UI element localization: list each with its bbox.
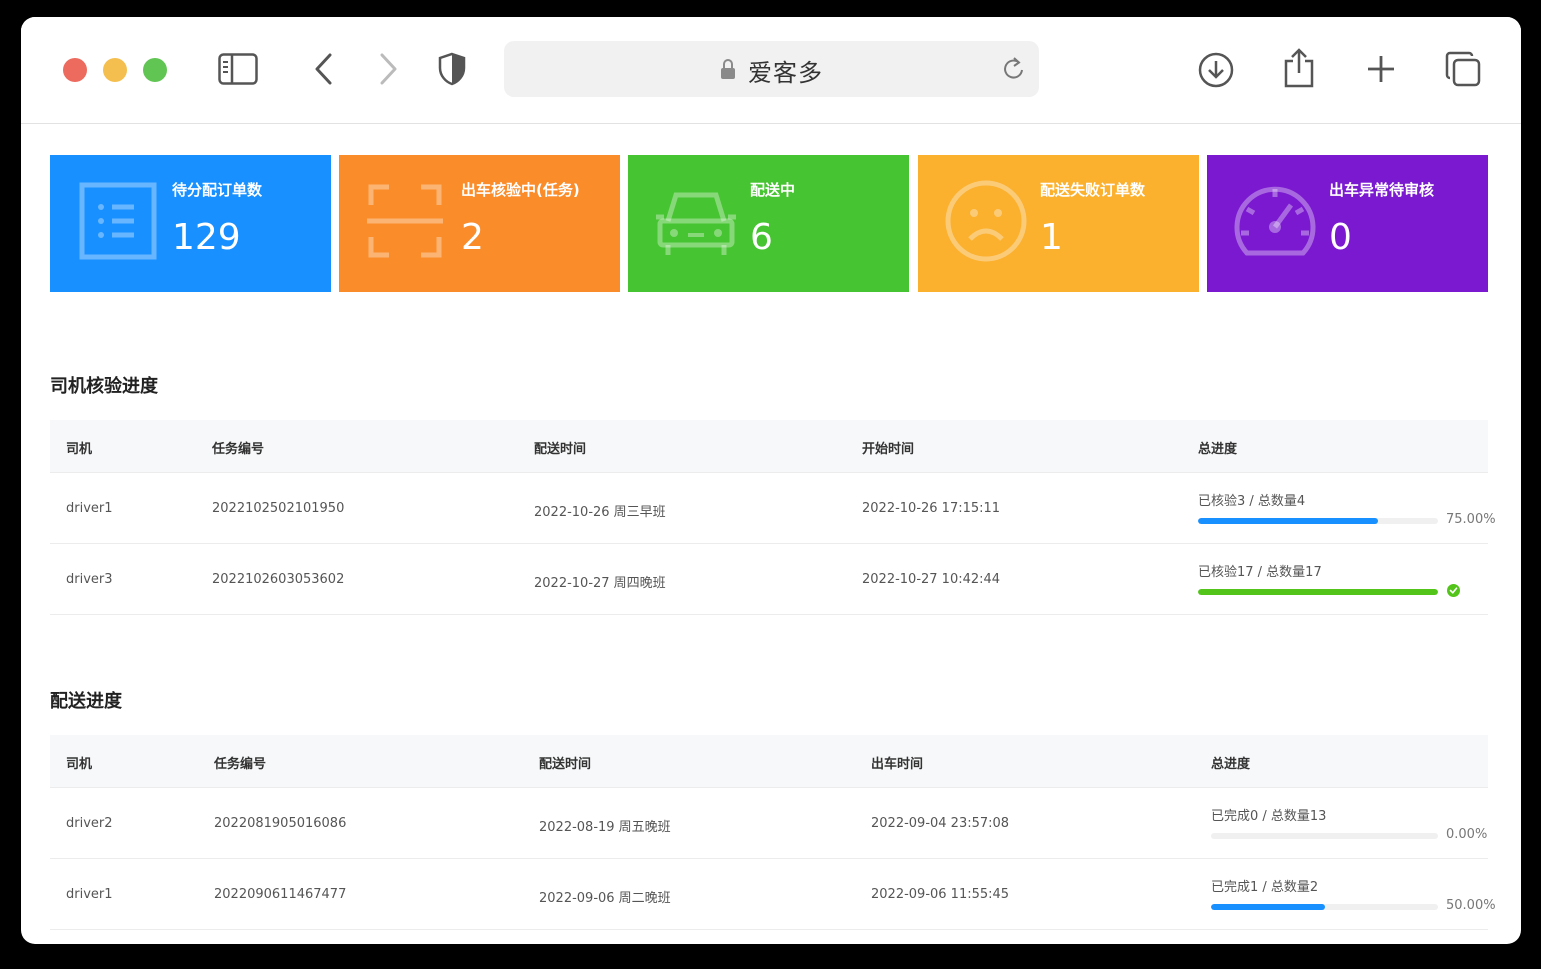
header-task-no: 任务编号 [212, 442, 265, 457]
progress-bar [1198, 589, 1438, 595]
new-tab-icon[interactable] [1364, 51, 1398, 87]
list-icon [76, 177, 166, 267]
table-row[interactable]: driver1 2022090611467477 2022-09-06 周二晚班… [50, 859, 1496, 930]
cell-task-no: 2022102603053602 [212, 572, 345, 587]
scan-icon [365, 177, 455, 267]
card-value: 6 [750, 217, 773, 258]
card-title: 配送中 [750, 181, 796, 199]
progress-percent: 75.00% [1446, 512, 1496, 527]
stat-card-abnormal-pending[interactable]: 出车异常待审核 0 [1207, 155, 1488, 292]
card-value: 0 [1329, 217, 1352, 258]
cell-depart-time: 2022-09-04 23:57:08 [871, 816, 1010, 831]
cell-driver: driver3 [66, 572, 113, 587]
browser-window: 爱客多 待分配订单数 129 出车核验中(任务) 2 配送中 6 配送失败订单数… [21, 17, 1521, 944]
driver-check-title: 司机核验进度 [50, 376, 158, 397]
stat-card-verifying-tasks[interactable]: 出车核验中(任务) 2 [339, 155, 620, 292]
stat-cards: 待分配订单数 129 出车核验中(任务) 2 配送中 6 配送失败订单数 1 出… [50, 155, 1488, 292]
cell-delivery-time: 2022-09-06 周二晚班 [539, 891, 671, 906]
shield-icon[interactable] [435, 51, 469, 87]
progress-bar [1211, 833, 1438, 839]
progress-label: 已完成0 / 总数量13 [1211, 809, 1327, 824]
progress-fill [1198, 518, 1378, 524]
cell-task-no: 2022090611467477 [214, 887, 347, 902]
address-text: 爱客多 [748, 59, 823, 87]
driver-check-table: 司机 任务编号 配送时间 开始时间 总进度 driver1 2022102502… [50, 420, 1496, 615]
share-icon[interactable] [1281, 47, 1317, 89]
header-progress: 总进度 [1211, 757, 1251, 772]
stat-card-pending-orders[interactable]: 待分配订单数 129 [50, 155, 331, 292]
header-depart-time: 出车时间 [871, 757, 924, 772]
cell-delivery-time: 2022-10-26 周三早班 [534, 505, 666, 520]
card-value: 129 [172, 217, 241, 258]
cell-delivery-time: 2022-10-27 周四晚班 [534, 576, 666, 591]
cell-task-no: 2022102502101950 [212, 501, 345, 516]
header-driver: 司机 [66, 442, 93, 457]
header-driver: 司机 [66, 757, 93, 772]
header-delivery-time: 配送时间 [539, 757, 592, 772]
success-check-icon [1447, 584, 1460, 597]
progress-label: 已核验3 / 总数量4 [1198, 494, 1306, 509]
cell-task-no: 2022081905016086 [214, 816, 347, 831]
card-value: 1 [1040, 217, 1063, 258]
cell-driver: driver1 [66, 501, 113, 516]
download-icon[interactable] [1197, 51, 1235, 89]
card-title: 出车核验中(任务) [461, 181, 580, 199]
table-row[interactable]: driver1 2022102502101950 2022-10-26 周三早班… [50, 473, 1496, 544]
lock-icon [720, 58, 736, 84]
minimize-window-button[interactable] [103, 58, 127, 82]
back-icon[interactable] [309, 51, 337, 87]
delivery-title: 配送进度 [50, 691, 122, 712]
cell-depart-time: 2022-09-06 11:55:45 [871, 887, 1010, 902]
cell-start-time: 2022-10-26 17:15:11 [862, 501, 1001, 516]
sidebar-icon[interactable] [217, 51, 259, 87]
table-row[interactable]: driver2 2022081905016086 2022-08-19 周五晚班… [50, 788, 1488, 859]
card-title: 出车异常待审核 [1329, 181, 1435, 199]
progress-label: 已核验17 / 总数量17 [1198, 565, 1322, 580]
zoom-window-button[interactable] [143, 58, 167, 82]
car-icon [654, 177, 744, 267]
progress-fill [1211, 904, 1325, 910]
forward-icon[interactable] [375, 51, 403, 87]
delivery-table: 司机 任务编号 配送时间 出车时间 总进度 driver2 2022081905… [50, 735, 1496, 930]
header-progress: 总进度 [1198, 442, 1238, 457]
cell-delivery-time: 2022-08-19 周五晚班 [539, 820, 671, 835]
browser-toolbar: 爱客多 [21, 17, 1521, 124]
reload-icon[interactable] [1002, 56, 1026, 86]
table-row[interactable]: driver3 2022102603053602 2022-10-27 周四晚班… [50, 544, 1488, 615]
stat-card-failed-orders[interactable]: 配送失败订单数 1 [918, 155, 1199, 292]
table-header: 司机 任务编号 配送时间 出车时间 总进度 [50, 735, 1488, 788]
cell-start-time: 2022-10-27 10:42:44 [862, 572, 1001, 587]
header-start-time: 开始时间 [862, 442, 915, 457]
address-bar[interactable]: 爱客多 [504, 41, 1039, 97]
speedometer-icon [1233, 177, 1323, 267]
table-header: 司机 任务编号 配送时间 开始时间 总进度 [50, 420, 1488, 473]
progress-fill [1198, 589, 1438, 595]
tabs-overview-icon[interactable] [1444, 49, 1482, 89]
progress-bar [1211, 904, 1438, 910]
header-task-no: 任务编号 [214, 757, 267, 772]
progress-label: 已完成1 / 总数量2 [1211, 880, 1319, 895]
cell-driver: driver1 [66, 887, 113, 902]
card-title: 待分配订单数 [172, 181, 263, 199]
stat-card-delivering[interactable]: 配送中 6 [628, 155, 909, 292]
sad-face-icon [944, 177, 1034, 267]
close-window-button[interactable] [63, 58, 87, 82]
progress-percent: 0.00% [1446, 827, 1488, 842]
progress-bar [1198, 518, 1438, 524]
cell-driver: driver2 [66, 816, 113, 831]
progress-percent: 50.00% [1446, 898, 1496, 913]
card-value: 2 [461, 217, 484, 258]
page-content: 待分配订单数 129 出车核验中(任务) 2 配送中 6 配送失败订单数 1 出… [21, 124, 1521, 944]
card-title: 配送失败订单数 [1040, 181, 1146, 199]
header-delivery-time: 配送时间 [534, 442, 587, 457]
